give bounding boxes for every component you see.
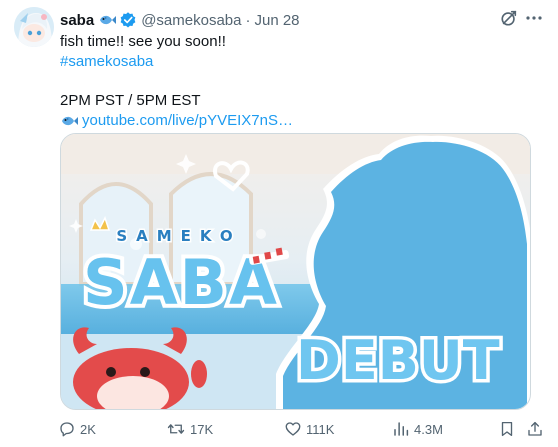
reply-count: 2K (80, 421, 96, 437)
tweet-media-image[interactable]: SAMEKO SABA DEBUT (60, 133, 531, 410)
views-icon (392, 420, 410, 438)
display-name[interactable]: saba (60, 12, 94, 29)
fish-icon (98, 13, 117, 27)
like-count: 111K (306, 421, 335, 437)
share-button[interactable] (526, 418, 544, 440)
schedule-text: 2PM PST / 5PM EST (60, 92, 201, 109)
views-button[interactable]: 4.3M (392, 418, 443, 440)
fish-icon (60, 114, 78, 134)
youtube-link[interactable]: youtube.com/live/pYVEIX7nS… (82, 112, 293, 129)
tweet-text: fish time!! see you soon!! #samekosaba 2… (60, 32, 293, 131)
reply-icon (58, 420, 76, 438)
debut-banner-text: DEBUT (296, 329, 500, 392)
tweet-text-line: fish time!! see you soon!! (60, 33, 226, 50)
repost-count: 17K (190, 421, 214, 437)
more-button[interactable] (522, 8, 546, 32)
repost-button[interactable]: 17K (166, 418, 213, 440)
bookmark-button[interactable] (498, 418, 516, 440)
hashtag-link[interactable]: #samekosaba (60, 53, 153, 70)
logo-big-text: SABA (83, 246, 279, 319)
grok-icon (500, 9, 518, 32)
more-icon (525, 9, 543, 32)
reply-button[interactable]: 2K (58, 418, 96, 440)
avatar[interactable] (14, 7, 54, 47)
bookmark-icon (498, 420, 516, 438)
views-count: 4.3M (414, 421, 443, 437)
tweet-date[interactable]: Jun 28 (254, 12, 299, 29)
like-icon (284, 420, 302, 438)
tweet-header: saba @samekosaba · Jun 28 (60, 10, 300, 30)
repost-icon (166, 420, 186, 438)
grok-button[interactable] (497, 8, 521, 32)
handle[interactable]: @samekosaba (141, 12, 241, 29)
verified-badge-icon[interactable] (119, 11, 137, 29)
logo-small-text: SAMEKO (116, 227, 241, 245)
separator-dot: · (245, 11, 251, 29)
share-icon (526, 420, 544, 438)
like-button[interactable]: 111K (284, 418, 334, 440)
action-bar: 2K 17K 111K 4.3M (58, 418, 544, 440)
